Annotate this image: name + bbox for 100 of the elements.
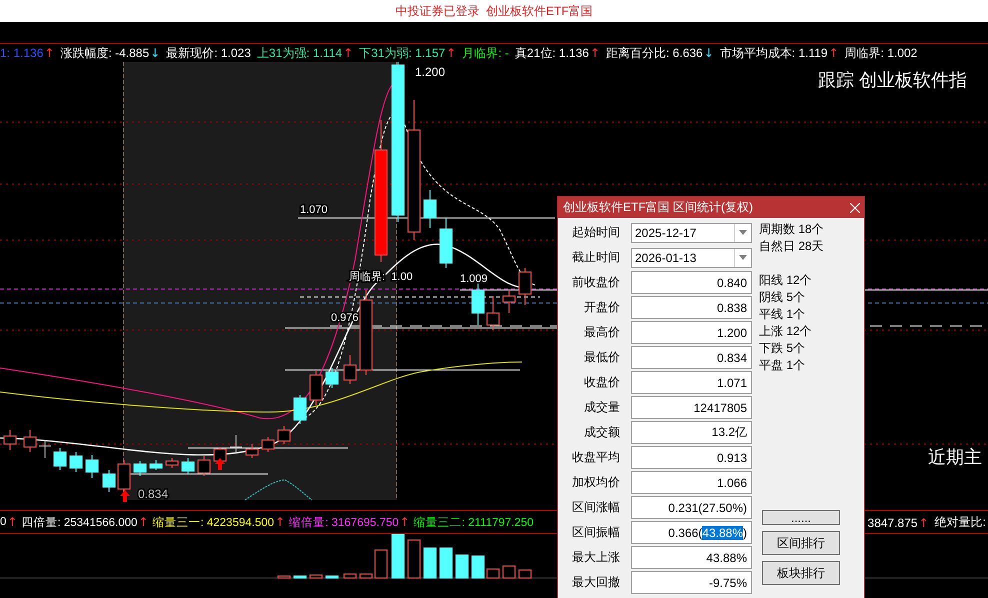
candlestick <box>102 470 116 492</box>
volume-bar <box>440 548 452 578</box>
summary-text: 阴线 5个 <box>759 289 806 306</box>
volume-bar <box>374 550 388 578</box>
candlestick <box>230 434 242 452</box>
candlestick <box>166 458 178 468</box>
trend-arrow: ↑ <box>828 46 839 60</box>
date-dropdown[interactable]: 2026-01-13 <box>631 248 752 268</box>
indicator-value: 上31为强: 1.114 <box>256 44 342 62</box>
field-label: 成交额 <box>583 424 620 441</box>
value-field[interactable]: 43.88% <box>631 546 752 569</box>
trend-arrow: ↑ <box>446 46 456 60</box>
indicator-value: 1: 1.136 <box>0 46 44 60</box>
volume-bar <box>456 554 468 578</box>
indicator-value: 真21位: 1.136 <box>514 44 589 62</box>
candlestick <box>518 268 532 306</box>
window-title: 中投证券已登录 创业板软件ETF富国 <box>395 2 593 20</box>
indicator-value: 市场平均成本: 1.119 <box>720 44 828 62</box>
field-label: 起始时间 <box>571 224 620 241</box>
banner-text: 跟踪 创业板软件指 <box>818 70 968 90</box>
indicator-value: 涨跌幅度: -4.885 <box>60 44 150 62</box>
volume-bar <box>344 574 356 578</box>
trend-arrow: ↑ <box>275 515 286 529</box>
candlestick <box>246 444 258 458</box>
trend-arrow: ↑ <box>400 515 410 529</box>
indicator-curve <box>244 480 312 500</box>
indicator-value: 缩倍量: 3167695.750 <box>289 516 399 530</box>
close-icon[interactable] <box>850 202 860 212</box>
value-field[interactable]: 0.231(27.50%) <box>631 496 752 519</box>
trend-arrow: ↑ <box>918 516 929 530</box>
value-field[interactable]: 13.2亿 <box>631 421 752 444</box>
field-label: 收盘价 <box>583 374 620 391</box>
field-label: 截止时间 <box>571 249 620 266</box>
volume-bar <box>278 576 290 578</box>
candlestick <box>502 290 516 314</box>
volume-bar <box>294 576 306 578</box>
candlestick <box>24 430 36 452</box>
indicator-value: 缩量三二: 2111797.250 <box>414 516 534 530</box>
volume-bar <box>310 574 322 578</box>
value-field[interactable]: 12417805 <box>631 396 752 419</box>
indicator-value: 四倍量: 25341566.000 <box>21 516 138 530</box>
price-label: 0.834 <box>138 487 168 501</box>
trend-arrow: ↓ <box>150 46 160 60</box>
value-field[interactable]: -9.75% <box>631 571 752 594</box>
trend-arrow: ↓ <box>704 46 714 60</box>
volume-bar <box>392 534 404 578</box>
dialog-button[interactable]: 区间排行 <box>762 531 840 555</box>
value-field[interactable]: 0.834 <box>631 346 752 369</box>
candlestick <box>150 460 162 470</box>
indicator-value: 周临界: 1.002 <box>844 44 918 62</box>
candlestick <box>182 458 194 474</box>
trend-arrow: ↑ <box>7 515 18 529</box>
banner-text: 近期主 <box>928 447 982 467</box>
value-field[interactable]: 1.071 <box>631 371 752 394</box>
volume-bar <box>360 574 372 578</box>
dropdown-caret-icon <box>739 230 747 235</box>
value-field[interactable]: 0.366(43.88%) <box>631 521 752 544</box>
value-field[interactable]: 0.913 <box>631 446 752 469</box>
price-label: 1.200 <box>415 65 446 79</box>
candlestick <box>326 368 338 388</box>
date-dropdown[interactable]: 2025-12-17 <box>631 222 752 242</box>
field-label: 区间涨幅 <box>571 499 620 516</box>
volume-bar <box>502 566 516 578</box>
volume-bar <box>472 556 484 578</box>
indicator-value: 最新现价: 1.023 <box>166 44 251 62</box>
field-label: 区间振幅 <box>571 524 620 541</box>
value-field[interactable]: 1.200 <box>631 321 752 344</box>
value-field[interactable]: 0.840 <box>631 271 752 294</box>
volume-bar <box>326 576 338 578</box>
summary-text: 下跌 5个 <box>759 340 806 357</box>
candlestick <box>278 426 290 444</box>
price-label: 1.009 <box>460 273 488 285</box>
trend-arrow: ↑ <box>343 46 354 60</box>
indicator-value: 3847.875 <box>868 516 918 530</box>
dialog-title: 创业板软件ETF富国 区间统计(复权) <box>563 199 753 216</box>
candlestick <box>486 296 500 330</box>
candlestick <box>440 218 452 268</box>
summary-text: 自然日 28天 <box>759 238 825 255</box>
indicator-value: 距离百分比: 6.636 <box>606 44 703 62</box>
field-label: 最大回撤 <box>571 574 620 591</box>
summary-text: 平线 1个 <box>759 306 806 323</box>
candlestick <box>294 394 306 424</box>
candlestick <box>70 452 82 472</box>
value-field[interactable]: 1.066 <box>631 471 752 494</box>
dropdown-caret-icon <box>739 255 747 260</box>
dialog-button[interactable]: ...... <box>762 510 840 525</box>
dialog-button[interactable]: 板块排行 <box>762 561 840 585</box>
candlestick <box>54 448 66 470</box>
summary-text: 平盘 1个 <box>759 357 806 374</box>
trend-arrow: ↑ <box>44 46 54 60</box>
candlestick <box>262 436 274 452</box>
up-arrow-icon <box>215 458 225 470</box>
volume-bar <box>518 570 532 578</box>
field-label: 加权均价 <box>571 474 620 491</box>
volume-bar <box>408 540 420 578</box>
indicator-value: 0 <box>0 516 6 528</box>
volume-bar <box>424 548 436 578</box>
indicator-value: 下31为弱: 1.157 <box>359 44 446 62</box>
value-field[interactable]: 0.838 <box>631 296 752 319</box>
volume-bar <box>486 568 500 578</box>
